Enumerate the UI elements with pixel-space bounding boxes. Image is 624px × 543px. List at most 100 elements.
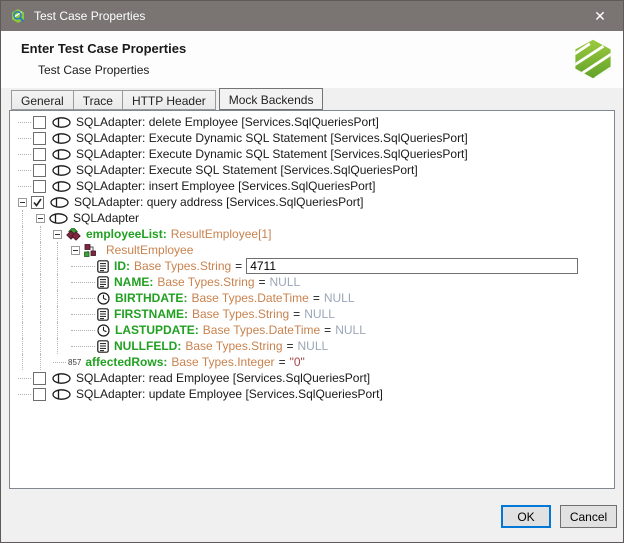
operation-icon	[50, 197, 69, 208]
collapse-icon[interactable]	[53, 230, 62, 239]
tree-indent-guide	[22, 354, 36, 370]
operation-icon	[52, 117, 71, 128]
tree-row[interactable]: ResultEmployee	[10, 242, 614, 258]
node-type: Base Types.Integer	[171, 355, 274, 369]
checkbox-unchecked[interactable]	[33, 132, 46, 145]
tree-row[interactable]: SQLAdapter: Execute Dynamic SQL Statemen…	[10, 146, 614, 162]
tab-http-header[interactable]: HTTP Header	[123, 90, 216, 110]
node-label: SQLAdapter: delete Employee [Services.Sq…	[76, 115, 379, 129]
tree-indent-guide	[40, 354, 53, 370]
datalist-icon	[66, 228, 81, 241]
string-icon	[97, 276, 109, 289]
dialog-heading: Enter Test Case Properties	[21, 41, 186, 56]
tree-connector	[53, 362, 66, 363]
node-name: LASTUPDATE:	[115, 323, 199, 337]
tree-row[interactable]: SQLAdapter	[10, 210, 614, 226]
equals-sign: =	[259, 275, 266, 289]
tree-indent-guide	[40, 274, 53, 290]
node-name: employeeList:	[86, 227, 167, 241]
checkbox-unchecked[interactable]	[33, 148, 46, 161]
tab-general[interactable]: General	[11, 90, 74, 110]
tree-indent-guide	[22, 306, 36, 322]
node-type: Base Types.String	[157, 275, 254, 289]
dialog-subheading: Test Case Properties	[38, 63, 186, 77]
tree-indent-guide	[22, 258, 36, 274]
tree-row[interactable]: SQLAdapter: update Employee [Services.Sq…	[10, 386, 614, 402]
tree-row[interactable]: SQLAdapter: Execute Dynamic SQL Statemen…	[10, 130, 614, 146]
tree-row[interactable]: BIRTHDATE:Base Types.DateTime=NULL	[10, 290, 614, 306]
node-name: ID:	[114, 259, 130, 273]
tree-indent-guide	[22, 274, 36, 290]
tree-indent-guide	[40, 226, 53, 242]
node-label: SQLAdapter: Execute Dynamic SQL Statemen…	[76, 131, 468, 145]
tree-indent-guide	[57, 242, 71, 258]
tree-row[interactable]: NAME:Base Types.String=NULL	[10, 274, 614, 290]
tree-row[interactable]: SQLAdapter: query address [Services.SqlQ…	[10, 194, 614, 210]
tree-indent-guide	[22, 338, 36, 354]
equals-sign: =	[293, 307, 300, 321]
string-icon	[97, 260, 109, 273]
operation-icon	[52, 149, 71, 160]
tree-connector	[18, 138, 31, 139]
tree-indent-guide	[57, 274, 71, 290]
tab-mock-backends[interactable]: Mock Backends	[219, 88, 324, 110]
checkbox-unchecked[interactable]	[33, 164, 46, 177]
dialog-footer: OK Cancel	[1, 489, 623, 542]
tree-connector	[18, 154, 31, 155]
collapse-icon[interactable]	[36, 214, 45, 223]
operation-icon	[52, 373, 71, 384]
ok-button[interactable]: OK	[501, 505, 551, 528]
tree-indent-guide	[40, 338, 53, 354]
collapse-icon[interactable]	[18, 198, 27, 207]
tree-row[interactable]: SQLAdapter: Execute SQL Statement [Servi…	[10, 162, 614, 178]
checkbox-checked[interactable]	[31, 196, 44, 209]
operation-icon	[52, 165, 71, 176]
close-icon[interactable]: ✕	[577, 1, 623, 31]
node-label: SQLAdapter: Execute Dynamic SQL Statemen…	[76, 147, 468, 161]
tree-indent-guide	[40, 322, 53, 338]
checkbox-unchecked[interactable]	[33, 372, 46, 385]
tree-indent-guide	[40, 258, 53, 274]
node-type: Base Types.String	[134, 259, 231, 273]
tree-row[interactable]: NULLFELD:Base Types.String=NULL	[10, 338, 614, 354]
node-value: "0"	[290, 355, 305, 369]
tree-row[interactable]: 857affectedRows:Base Types.Integer="0"	[10, 354, 614, 370]
checkbox-unchecked[interactable]	[33, 116, 46, 129]
value-input[interactable]	[246, 258, 578, 274]
tree-indent-guide	[22, 242, 36, 258]
cancel-button[interactable]: Cancel	[560, 505, 617, 528]
node-name: affectedRows:	[85, 355, 167, 369]
struct-icon	[84, 244, 97, 257]
node-value: NULL	[270, 275, 301, 289]
tree-indent-guide	[57, 306, 71, 322]
dialog-header: Enter Test Case Properties Test Case Pro…	[1, 31, 623, 88]
tree-row[interactable]: LASTUPDATE:Base Types.DateTime=NULL	[10, 322, 614, 338]
tree-connector	[71, 282, 95, 283]
tree-row[interactable]: employeeList:ResultEmployee[1]	[10, 226, 614, 242]
node-value: NULL	[304, 307, 335, 321]
tree-row[interactable]: SQLAdapter: insert Employee [Services.Sq…	[10, 178, 614, 194]
tree-row[interactable]: FIRSTNAME:Base Types.String=NULL	[10, 306, 614, 322]
node-type: Base Types.String	[192, 307, 289, 321]
operation-icon	[52, 181, 71, 192]
checkbox-unchecked[interactable]	[33, 388, 46, 401]
tree-row[interactable]: SQLAdapter: delete Employee [Services.Sq…	[10, 114, 614, 130]
equals-sign: =	[313, 291, 320, 305]
checkbox-unchecked[interactable]	[33, 180, 46, 193]
tree-connector	[71, 298, 95, 299]
node-label: SQLAdapter: insert Employee [Services.Sq…	[76, 179, 375, 193]
node-label: SQLAdapter: query address [Services.SqlQ…	[74, 195, 363, 209]
tab-trace[interactable]: Trace	[74, 90, 123, 110]
expecco-logo-icon	[573, 39, 613, 82]
tree-row[interactable]: SQLAdapter: read Employee [Services.SqlQ…	[10, 370, 614, 386]
collapse-icon[interactable]	[71, 246, 80, 255]
tree-connector	[18, 122, 31, 123]
equals-sign: =	[287, 339, 294, 353]
tree-connector	[18, 186, 31, 187]
tree-row[interactable]: ID:Base Types.String=	[10, 258, 614, 274]
tree-indent-guide	[57, 290, 71, 306]
tree-indent-guide	[22, 210, 36, 226]
tree-connector	[18, 170, 31, 171]
operation-icon	[52, 389, 71, 400]
node-value: NULL	[324, 291, 355, 305]
